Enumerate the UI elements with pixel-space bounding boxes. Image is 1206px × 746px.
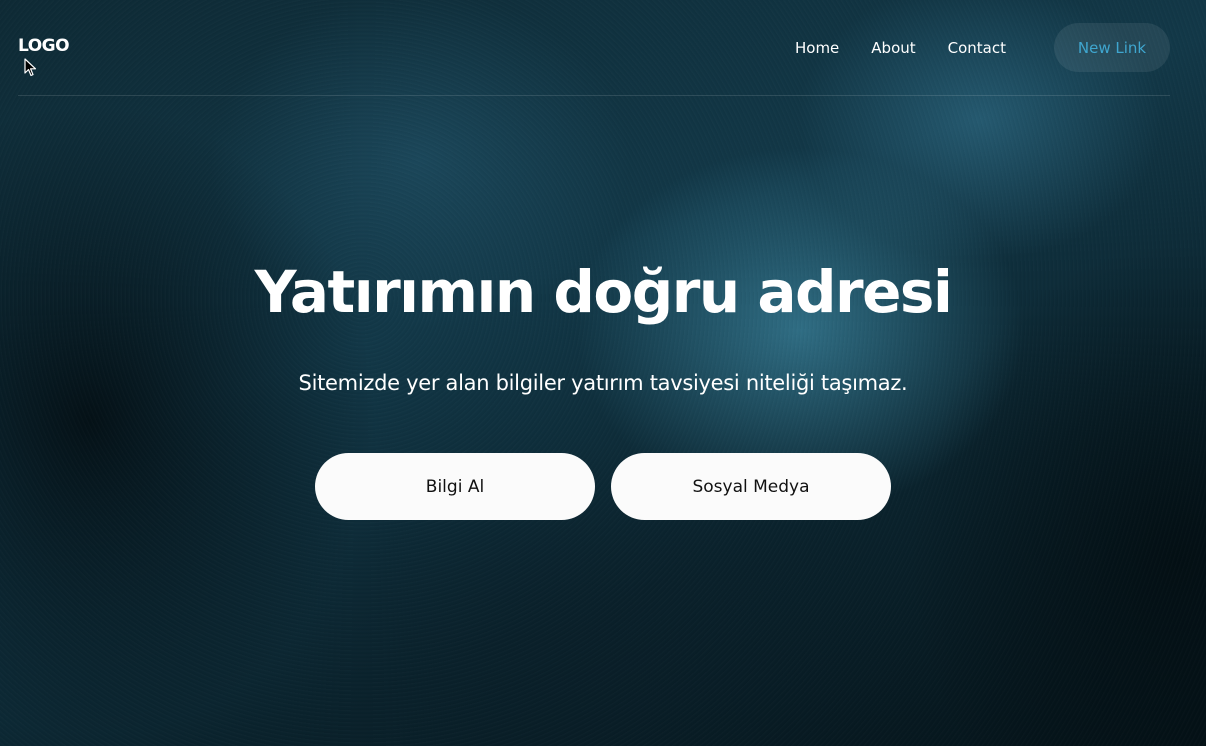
nav-link-home[interactable]: Home	[795, 39, 839, 57]
bilgi-al-button[interactable]: Bilgi Al	[315, 453, 595, 520]
logo[interactable]: LOGO	[18, 36, 70, 56]
hero-section: Yatırımın doğru adresi Sitemizde yer ala…	[0, 252, 1206, 399]
mouse-pointer-icon	[24, 58, 37, 77]
nav-links: Home About Contact New Link	[795, 23, 1170, 72]
hero-subtitle: Sitemizde yer alan bilgiler yatırım tavs…	[298, 371, 908, 395]
hero-buttons: Bilgi Al Sosyal Medya	[0, 453, 1206, 520]
navbar: LOGO Home About Contact New Link	[18, 0, 1170, 96]
nav-link-about[interactable]: About	[871, 39, 915, 57]
new-link-button[interactable]: New Link	[1054, 23, 1170, 72]
nav-link-contact[interactable]: Contact	[948, 39, 1006, 57]
hero-title: Yatırımın doğru adresi	[254, 258, 953, 326]
sosyal-medya-button[interactable]: Sosyal Medya	[611, 453, 891, 520]
